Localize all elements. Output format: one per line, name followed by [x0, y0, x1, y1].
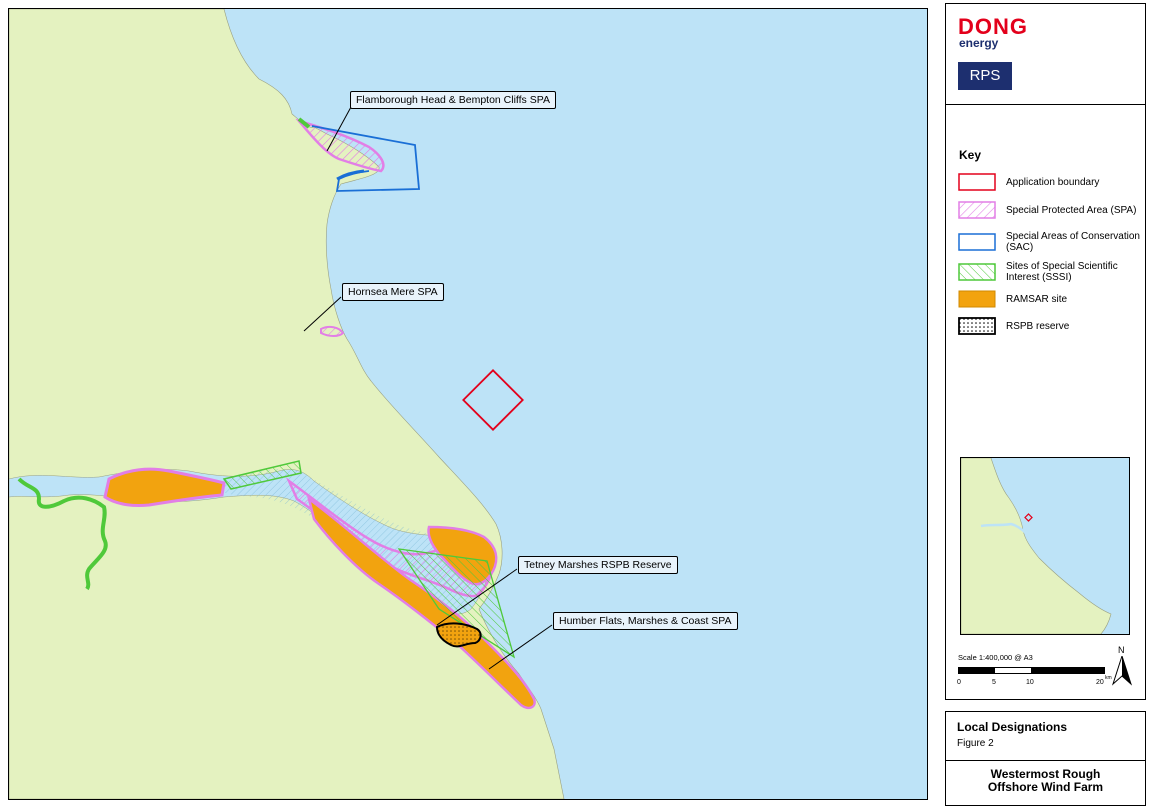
scale-text: Scale 1:400,000 @ A3	[958, 653, 1033, 662]
key-item-sssi: Sites of Special Scientific Interest (SS…	[958, 261, 1146, 283]
scale-tick-20: 20	[1096, 679, 1104, 686]
callout-hornsea: Hornsea Mere SPA	[342, 283, 444, 301]
north-arrow: N	[1111, 645, 1133, 686]
key-label: Application boundary	[1006, 176, 1100, 188]
scale-bar	[958, 667, 1105, 674]
north-label: N	[1118, 645, 1125, 655]
scale-bar-segment-b	[1031, 668, 1104, 673]
inset-land	[961, 458, 1112, 634]
key-item-rspb: RSPB reserve	[958, 317, 1146, 335]
legend-panel: Key Application boundary Special Protect…	[945, 104, 1146, 700]
callout-tetney: Tetney Marshes RSPB Reserve	[518, 556, 678, 574]
inset-site-marker	[1024, 513, 1033, 522]
energy-logo-text: energy	[959, 36, 999, 50]
land-area	[9, 9, 565, 799]
rspb-swatch	[958, 317, 996, 335]
scale-tick-10: 10	[1026, 679, 1034, 686]
scale-tick-0: 0	[957, 679, 961, 686]
key-item-spa: Special Protected Area (SPA)	[958, 201, 1146, 219]
sac-swatch	[958, 233, 996, 251]
figure-title: Local Designations	[957, 720, 1068, 734]
map-canvas	[9, 9, 565, 799]
project-title-block: Westermost Rough Offshore Wind Farm	[945, 760, 1146, 806]
project-line-1: Westermost Rough	[990, 767, 1101, 781]
spa-swatch	[958, 201, 996, 219]
rps-logo: RPS	[958, 62, 1012, 90]
key-label: RSPB reserve	[1006, 320, 1070, 332]
key-item-application-boundary: Application boundary	[958, 173, 1146, 191]
figure-number: Figure 2	[957, 738, 994, 749]
key-label: Special Protected Area (SPA)	[1006, 204, 1137, 216]
callout-humber: Humber Flats, Marshes & Coast SPA	[553, 612, 738, 630]
project-line-2: Offshore Wind Farm	[987, 780, 1104, 794]
key-item-ramsar: RAMSAR site	[958, 290, 1146, 308]
key-label: RAMSAR site	[1006, 293, 1068, 305]
inset-overview-map[interactable]	[960, 457, 1130, 635]
scale-bar-segment-a	[959, 668, 995, 673]
key-item-sac: Special Areas of Conservation (SAC)	[958, 231, 1146, 253]
logo-panel: DONG energy RPS	[945, 3, 1146, 106]
key-label: Special Areas of Conservation (SAC)	[1006, 231, 1140, 253]
application-boundary-swatch	[958, 173, 996, 191]
scale-tick-5: 5	[992, 679, 996, 686]
key-title: Key	[959, 148, 982, 162]
ramsar-swatch	[958, 290, 996, 308]
figure-title-block: Local Designations Figure 2	[945, 711, 1146, 763]
application-boundary-site	[462, 369, 524, 431]
inset-canvas	[961, 458, 1112, 634]
callout-flamborough: Flamborough Head & Bempton Cliffs SPA	[350, 91, 556, 109]
sssi-swatch	[958, 263, 996, 281]
main-map[interactable]: Flamborough Head & Bempton Cliffs SPA Ho…	[8, 8, 928, 800]
project-title: Westermost Rough Offshore Wind Farm	[946, 768, 1145, 794]
key-label: Sites of Special Scientific Interest (SS…	[1006, 261, 1118, 283]
north-arrow-icon	[1111, 656, 1133, 686]
